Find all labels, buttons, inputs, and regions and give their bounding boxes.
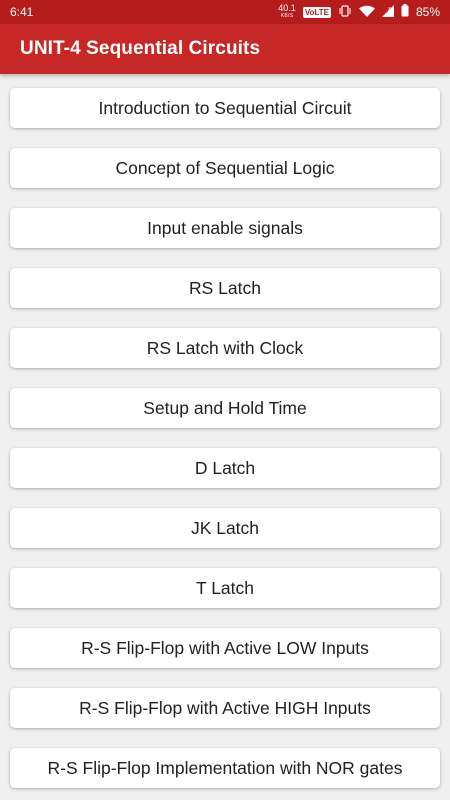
network-speed-unit: KB/S (280, 13, 294, 19)
topic-button[interactable]: R-S Flip-Flop with Active LOW Inputs (10, 628, 440, 668)
topic-button[interactable]: D Latch (10, 448, 440, 488)
page-title: UNIT-4 Sequential Circuits (20, 38, 261, 59)
status-bar: 6:41 40.1 KB/S VoLTE x 85% (0, 0, 450, 24)
wifi-icon (358, 5, 375, 20)
topic-list: Introduction to Sequential Circuit Conce… (0, 74, 450, 788)
topic-button[interactable]: Introduction to Sequential Circuit (10, 88, 440, 128)
volte-badge: VoLTE (302, 6, 331, 18)
topic-button[interactable]: RS Latch with Clock (10, 328, 440, 368)
app-bar: UNIT-4 Sequential Circuits (0, 24, 450, 74)
status-time: 6:41 (10, 5, 34, 19)
svg-text:x: x (388, 6, 391, 12)
topic-button[interactable]: R-S Flip-Flop Implementation with NOR ga… (10, 748, 440, 788)
status-icons: 40.1 KB/S VoLTE x 85% (278, 4, 440, 20)
battery-icon (401, 4, 409, 20)
topic-button[interactable]: Setup and Hold Time (10, 388, 440, 428)
signal-icon: x (381, 4, 394, 20)
network-speed: 40.1 KB/S (278, 4, 296, 20)
topic-button[interactable]: Input enable signals (10, 208, 440, 248)
topic-button[interactable]: Concept of Sequential Logic (10, 148, 440, 188)
topic-button[interactable]: JK Latch (10, 508, 440, 548)
network-speed-value: 40.1 (278, 3, 296, 13)
vibrate-icon (338, 4, 352, 20)
topic-button[interactable]: T Latch (10, 568, 440, 608)
topic-button[interactable]: RS Latch (10, 268, 440, 308)
battery-percentage: 85% (415, 5, 440, 19)
topic-button[interactable]: R-S Flip-Flop with Active HIGH Inputs (10, 688, 440, 728)
